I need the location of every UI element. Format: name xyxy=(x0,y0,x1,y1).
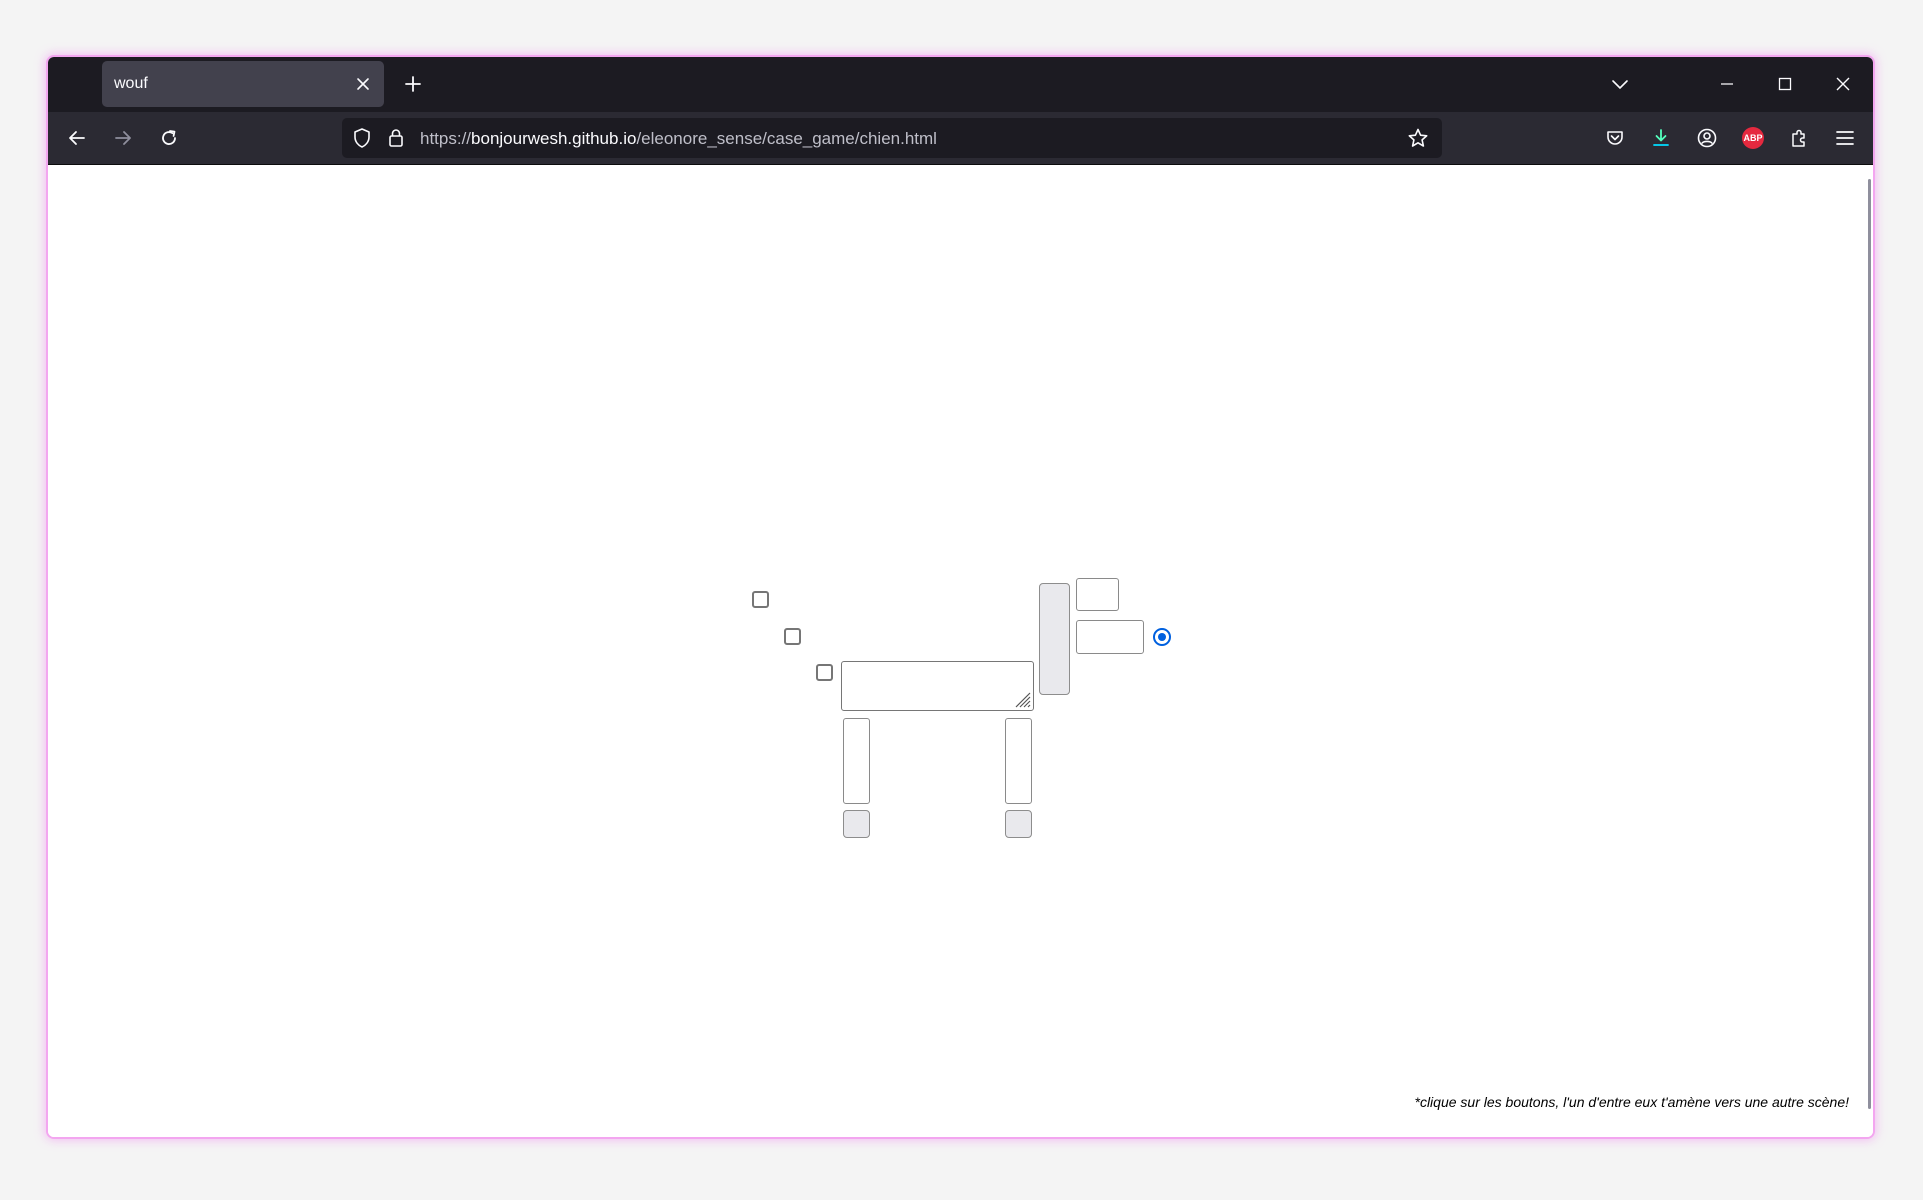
eye-radio[interactable] xyxy=(1153,628,1171,646)
browser-window: wouf https://bonjourwesh.github.io/eleon… xyxy=(48,57,1873,1137)
url-scheme: https:// xyxy=(420,129,472,148)
shield-icon[interactable] xyxy=(350,126,374,150)
download-icon[interactable] xyxy=(1644,121,1678,155)
star-icon[interactable] xyxy=(1406,126,1430,150)
adblock-extension-button[interactable]: ABP xyxy=(1736,121,1770,155)
url-bar[interactable]: https://bonjourwesh.github.io/eleonore_s… xyxy=(342,118,1442,158)
scrollbar[interactable] xyxy=(1868,179,1871,1109)
close-icon[interactable] xyxy=(352,73,374,95)
plus-icon[interactable] xyxy=(400,71,426,97)
body-textarea[interactable] xyxy=(841,661,1034,711)
chevron-down-icon[interactable] xyxy=(1603,67,1637,101)
back-arrow-icon[interactable] xyxy=(60,121,94,155)
back-leg-input[interactable] xyxy=(1005,718,1032,804)
lock-icon[interactable] xyxy=(384,126,408,150)
url-path: /eleonore_sense/case_game/chien.html xyxy=(636,129,937,148)
tail-checkbox-2[interactable] xyxy=(784,628,801,645)
snout-input[interactable] xyxy=(1076,620,1144,654)
abp-badge: ABP xyxy=(1742,127,1764,149)
reload-icon[interactable] xyxy=(152,121,186,155)
back-paw-button[interactable] xyxy=(1005,810,1032,838)
neck-button[interactable] xyxy=(1039,583,1070,695)
front-paw-button[interactable] xyxy=(843,810,870,838)
maximize-icon[interactable] xyxy=(1768,67,1802,101)
tab-active[interactable]: wouf xyxy=(102,61,384,107)
page-content: *clique sur les boutons, l'un d'entre eu… xyxy=(48,165,1873,1137)
forward-arrow-icon[interactable] xyxy=(106,121,140,155)
hamburger-menu-icon[interactable] xyxy=(1828,121,1862,155)
tab-strip: wouf xyxy=(48,57,1873,112)
pocket-icon[interactable] xyxy=(1598,121,1632,155)
tail-checkbox-1[interactable] xyxy=(752,591,769,608)
tail-checkbox-3[interactable] xyxy=(816,664,833,681)
url-text[interactable]: https://bonjourwesh.github.io/eleonore_s… xyxy=(420,129,937,149)
tab-title: wouf xyxy=(114,75,148,92)
radio-selected-dot xyxy=(1158,633,1166,641)
front-leg-input[interactable] xyxy=(843,718,870,804)
ear-input[interactable] xyxy=(1076,578,1119,611)
close-icon[interactable] xyxy=(1826,67,1860,101)
footnote-text: *clique sur les boutons, l'un d'entre eu… xyxy=(1414,1094,1850,1110)
account-icon[interactable] xyxy=(1690,121,1724,155)
puzzle-icon[interactable] xyxy=(1782,121,1816,155)
url-host: bonjourwesh.github.io xyxy=(471,129,637,148)
nav-toolbar: https://bonjourwesh.github.io/eleonore_s… xyxy=(48,112,1873,165)
minimize-icon[interactable] xyxy=(1710,67,1744,101)
resize-grip-icon[interactable] xyxy=(1015,692,1031,708)
